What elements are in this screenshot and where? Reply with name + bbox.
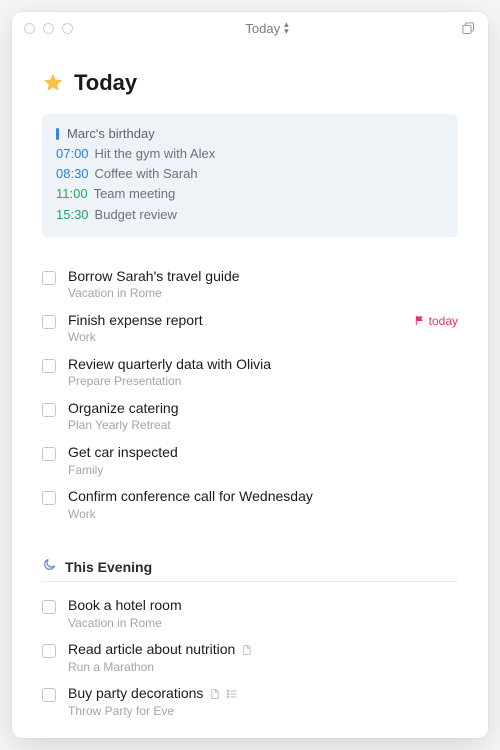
titlebar-title: Today <box>245 21 280 36</box>
calendar-time: 08:30 <box>56 164 89 184</box>
task-project: Throw Party for Eve <box>68 704 458 720</box>
task-row[interactable]: Book a hotel room Vacation in Rome <box>42 592 458 636</box>
task-title: Review quarterly data with Olivia <box>68 356 271 374</box>
task-row[interactable]: Borrow Sarah's travel guide Vacation in … <box>42 263 458 307</box>
task-project: Work <box>68 330 402 346</box>
task-body: Read article about nutrition Run a Marat… <box>68 641 458 675</box>
today-task-list: Borrow Sarah's travel guide Vacation in … <box>42 263 458 528</box>
calendar-time: 15:30 <box>56 205 89 225</box>
task-body: Finish expense report Work <box>68 312 402 346</box>
evening-title: This Evening <box>65 559 152 575</box>
task-checkbox[interactable] <box>42 359 56 373</box>
calendar-allday-row: Marc's birthday <box>56 124 444 144</box>
task-title: Organize catering <box>68 400 179 418</box>
calendar-event-text: Budget review <box>95 205 177 225</box>
checklist-icon <box>226 688 238 700</box>
task-body: Confirm conference call for Wednesday Wo… <box>68 488 458 522</box>
task-checkbox[interactable] <box>42 491 56 505</box>
task-project: Run a Marathon <box>68 660 458 676</box>
calendar-events[interactable]: Marc's birthday 07:00 Hit the gym with A… <box>42 114 458 237</box>
task-title: Confirm conference call for Wednesday <box>68 488 313 506</box>
task-row[interactable]: Get car inspected Family <box>42 439 458 483</box>
calendar-event-row: 15:30 Budget review <box>56 205 444 225</box>
task-checkbox[interactable] <box>42 403 56 417</box>
task-checkbox[interactable] <box>42 644 56 658</box>
task-title: Get car inspected <box>68 444 178 462</box>
evening-task-list: Book a hotel room Vacation in Rome Read … <box>42 592 458 724</box>
calendar-time: 11:00 <box>56 184 88 204</box>
task-title: Finish expense report <box>68 312 203 330</box>
moon-icon <box>42 557 57 577</box>
note-icon <box>241 644 252 656</box>
task-row[interactable]: Read article about nutrition Run a Marat… <box>42 636 458 680</box>
evening-section: This Evening Book a hotel room Vacation … <box>42 557 458 724</box>
task-row[interactable]: Review quarterly data with Olivia Prepar… <box>42 351 458 395</box>
calendar-event-text: Team meeting <box>94 184 176 204</box>
task-title: Book a hotel room <box>68 597 182 615</box>
task-checkbox[interactable] <box>42 688 56 702</box>
traffic-lights <box>24 23 73 34</box>
page-header: Today <box>42 70 458 96</box>
task-checkbox[interactable] <box>42 315 56 329</box>
calendar-event-row: 07:00 Hit the gym with Alex <box>56 144 444 164</box>
task-title: Borrow Sarah's travel guide <box>68 268 240 286</box>
task-row[interactable]: Confirm conference call for Wednesday Wo… <box>42 483 458 527</box>
task-body: Borrow Sarah's travel guide Vacation in … <box>68 268 458 302</box>
minimize-window-button[interactable] <box>43 23 54 34</box>
allday-bar-icon <box>56 128 59 140</box>
task-row[interactable]: Finish expense report Work today <box>42 307 458 351</box>
task-title: Read article about nutrition <box>68 641 235 659</box>
calendar-event-text: Coffee with Sarah <box>95 164 198 184</box>
chevron-updown-icon: ▴▾ <box>284 21 289 35</box>
task-row[interactable]: Buy party decorations Throw Party for Ev… <box>42 680 458 724</box>
task-body: Book a hotel room Vacation in Rome <box>68 597 458 631</box>
zoom-window-button[interactable] <box>62 23 73 34</box>
titlebar: Today ▴▾ <box>12 12 488 44</box>
flag-icon <box>414 315 425 326</box>
task-body: Get car inspected Family <box>68 444 458 478</box>
calendar-time: 07:00 <box>56 144 89 164</box>
app-window: Today ▴▾ Today Marc's birthday 0 <box>12 12 488 738</box>
task-row[interactable]: Organize catering Plan Yearly Retreat <box>42 395 458 439</box>
task-checkbox[interactable] <box>42 600 56 614</box>
task-project: Prepare Presentation <box>68 374 458 390</box>
task-body: Buy party decorations Throw Party for Ev… <box>68 685 458 719</box>
task-deadline: today <box>414 314 458 328</box>
calendar-allday-text: Marc's birthday <box>67 124 155 144</box>
multiwindow-button[interactable] <box>461 21 476 36</box>
calendar-event-text: Hit the gym with Alex <box>95 144 216 164</box>
note-icon <box>209 688 220 700</box>
task-body: Review quarterly data with Olivia Prepar… <box>68 356 458 390</box>
task-project: Vacation in Rome <box>68 616 458 632</box>
page-title: Today <box>74 70 137 96</box>
star-icon <box>42 72 64 94</box>
task-project: Vacation in Rome <box>68 286 458 302</box>
task-project: Family <box>68 463 458 479</box>
evening-header[interactable]: This Evening <box>42 557 458 582</box>
task-body: Organize catering Plan Yearly Retreat <box>68 400 458 434</box>
content-scroll[interactable]: Today Marc's birthday 07:00 Hit the gym … <box>12 44 488 738</box>
close-window-button[interactable] <box>24 23 35 34</box>
task-project: Plan Yearly Retreat <box>68 418 458 434</box>
task-checkbox[interactable] <box>42 271 56 285</box>
titlebar-list-picker[interactable]: Today ▴▾ <box>245 21 288 36</box>
task-project: Work <box>68 507 458 523</box>
calendar-event-row: 11:00 Team meeting <box>56 184 444 204</box>
task-deadline-label: today <box>429 314 458 328</box>
calendar-event-row: 08:30 Coffee with Sarah <box>56 164 444 184</box>
task-checkbox[interactable] <box>42 447 56 461</box>
task-title: Buy party decorations <box>68 685 203 703</box>
